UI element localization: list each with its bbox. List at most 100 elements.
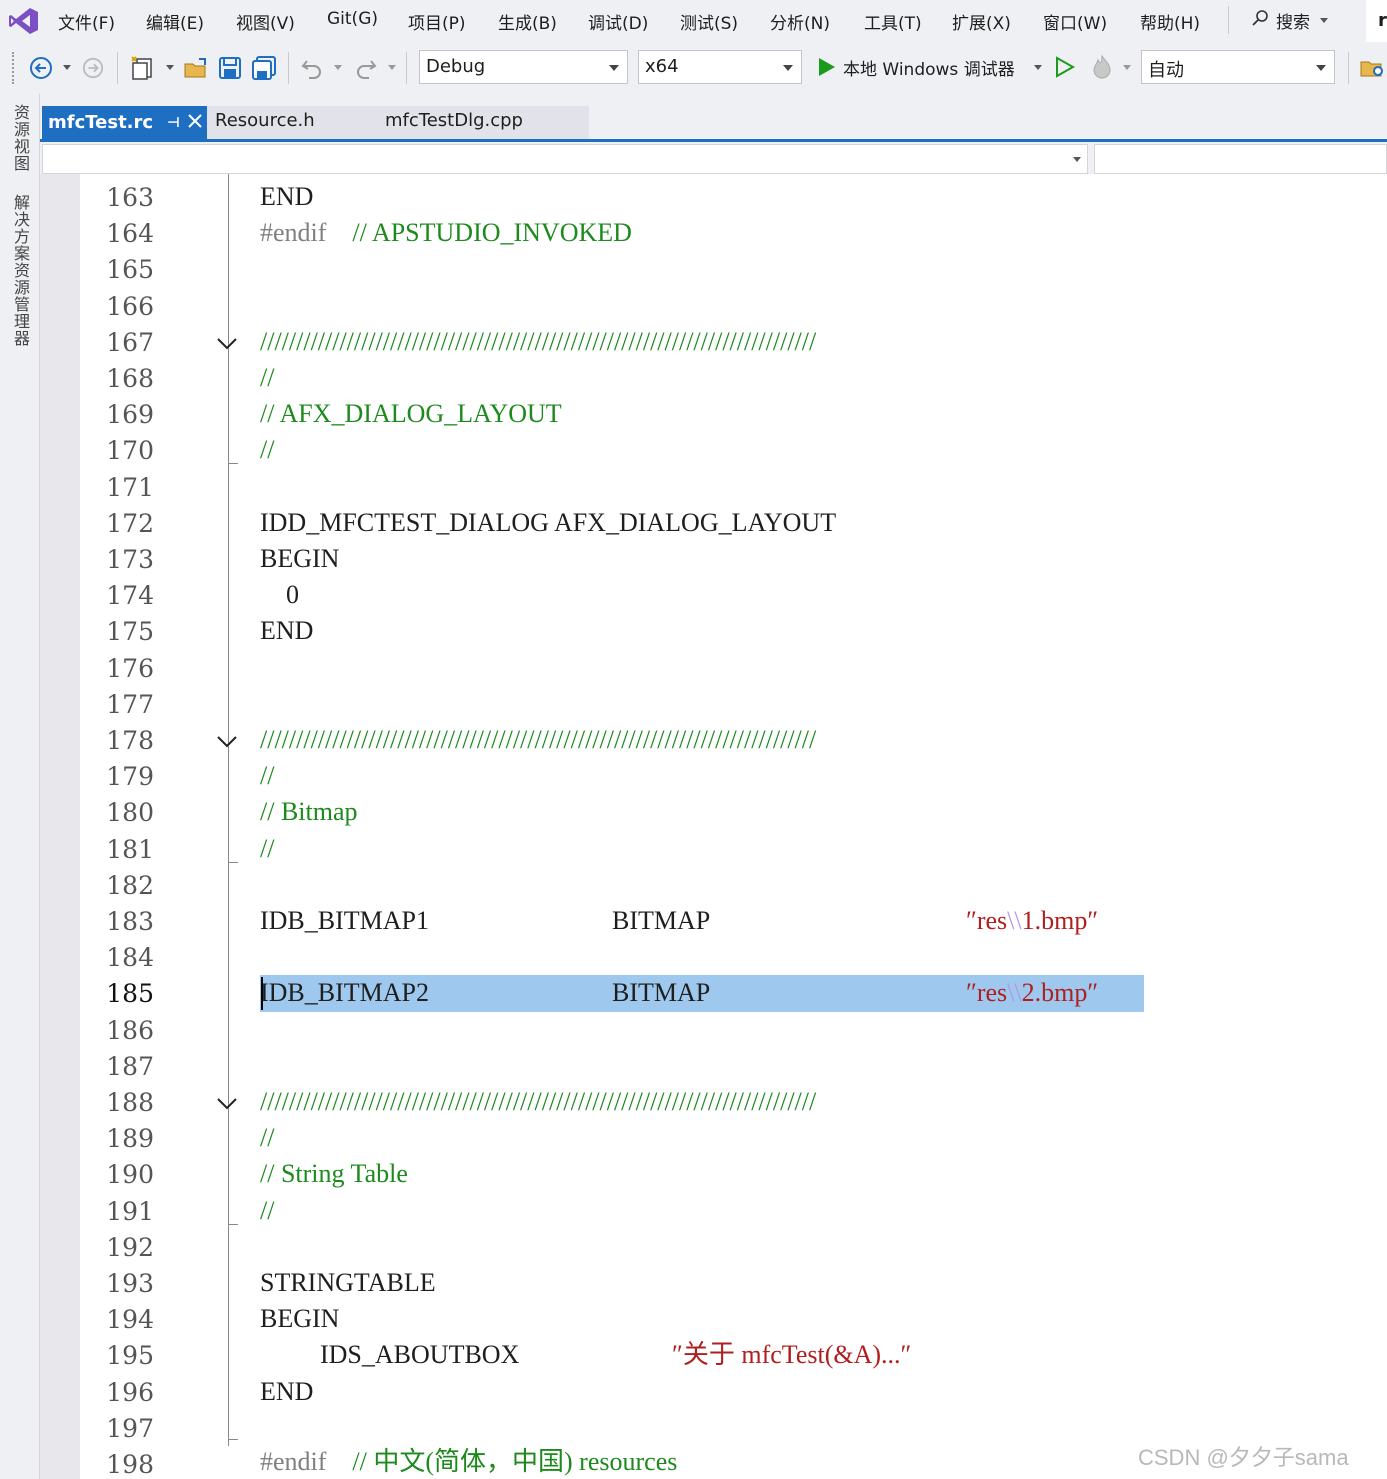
collapse-chevron-icon[interactable] bbox=[216, 734, 238, 750]
chevron-down-icon[interactable] bbox=[1073, 157, 1081, 162]
escape-sequence: \\ bbox=[1007, 978, 1022, 1007]
save-all-icon[interactable] bbox=[250, 54, 278, 82]
code-line[interactable]: ////////////////////////////////////////… bbox=[260, 1087, 816, 1117]
line-number: 185 bbox=[106, 979, 154, 1008]
menu-item[interactable]: 帮助(H) bbox=[1140, 9, 1200, 34]
line-number: 166 bbox=[106, 292, 154, 321]
menu-item[interactable]: 窗口(W) bbox=[1043, 9, 1107, 34]
comment: ////////////////////////////////////////… bbox=[260, 725, 817, 754]
resource-type: BITMAP bbox=[612, 978, 711, 1007]
code-editor[interactable] bbox=[40, 174, 1387, 1479]
tab-resource-h[interactable]: Resource.h bbox=[215, 110, 315, 131]
redo-icon[interactable] bbox=[352, 54, 380, 82]
chevron-down-icon[interactable] bbox=[609, 65, 619, 71]
code-token: END bbox=[260, 1377, 314, 1406]
code-line[interactable]: #endif // 中文(简体，中国) resources bbox=[260, 1447, 677, 1477]
pin-icon[interactable]: ⊣ bbox=[167, 115, 180, 131]
menu-item[interactable]: 扩展(X) bbox=[952, 9, 1011, 34]
code-line[interactable]: // AFX_DIALOG_LAYOUT bbox=[260, 399, 562, 429]
menu-item[interactable]: Git(G) bbox=[327, 9, 378, 29]
code-line[interactable]: IDB_BITMAP2 BITMAP ″res\\2.bmp″ bbox=[260, 978, 1098, 1008]
code-line[interactable]: IDS_ABOUTBOX ″关于 mfcTest(&A)...″ bbox=[320, 1340, 911, 1370]
menu-item[interactable]: 测试(S) bbox=[680, 9, 738, 34]
code-line[interactable]: // bbox=[260, 1123, 274, 1153]
toolbar-grip[interactable] bbox=[12, 52, 16, 84]
line-number: 186 bbox=[106, 1016, 154, 1045]
code-line[interactable]: STRINGTABLE bbox=[260, 1268, 436, 1298]
chevron-down-icon[interactable] bbox=[1123, 65, 1131, 70]
line-number: 167 bbox=[106, 328, 154, 357]
code-line[interactable]: // String Table bbox=[260, 1159, 408, 1189]
line-number: 180 bbox=[106, 798, 154, 827]
code-line[interactable]: END bbox=[260, 1377, 313, 1407]
start-without-debugging-icon[interactable] bbox=[1055, 56, 1076, 82]
solution-explorer-tab[interactable]: 解决方案资源管理器 bbox=[6, 194, 32, 360]
code-line[interactable]: END bbox=[260, 182, 313, 212]
chevron-down-icon[interactable] bbox=[63, 65, 71, 70]
code-line[interactable]: BEGIN bbox=[260, 544, 339, 574]
tab-mfctest-rc[interactable]: mfcTest.rc ⊣ bbox=[42, 106, 207, 139]
menu-item[interactable]: 生成(B) bbox=[498, 9, 557, 34]
line-number: 173 bbox=[106, 545, 154, 574]
code-line[interactable]: // Bitmap bbox=[260, 797, 358, 827]
navigate-back-icon[interactable] bbox=[27, 54, 55, 82]
outline-end-tick bbox=[228, 1224, 238, 1225]
code-line[interactable]: #endif // APSTUDIO_INVOKED bbox=[260, 218, 632, 248]
code-line[interactable]: IDB_BITMAP1 BITMAP ″res\\1.bmp″ bbox=[260, 906, 1098, 936]
line-number: 171 bbox=[106, 473, 154, 502]
find-in-files-icon[interactable] bbox=[1358, 54, 1386, 82]
code-line[interactable]: // bbox=[260, 363, 274, 393]
menu-item[interactable]: 分析(N) bbox=[770, 9, 830, 34]
navigate-forward-icon[interactable] bbox=[79, 54, 107, 82]
code-line[interactable]: ////////////////////////////////////////… bbox=[260, 725, 816, 755]
toolbar-separator bbox=[1348, 52, 1349, 84]
platform-select[interactable]: x64 bbox=[638, 50, 802, 84]
start-debugging-button[interactable]: 本地 Windows 调试器 bbox=[843, 55, 1015, 80]
configuration-select[interactable]: Debug bbox=[419, 50, 628, 84]
code-line[interactable]: 0 bbox=[260, 580, 299, 610]
chevron-down-icon[interactable] bbox=[1316, 65, 1326, 71]
code-line[interactable]: // bbox=[260, 1196, 274, 1226]
start-debugging-play-icon[interactable] bbox=[818, 57, 836, 81]
code-line[interactable]: // bbox=[260, 761, 274, 791]
menu-item[interactable]: 工具(T) bbox=[864, 9, 922, 34]
menu-item[interactable]: 视图(V) bbox=[236, 9, 295, 34]
preprocessor-directive: #endif bbox=[260, 1447, 327, 1476]
comment: // String Table bbox=[260, 1159, 408, 1188]
menu-item[interactable]: 项目(P) bbox=[408, 9, 466, 34]
line-number: 168 bbox=[106, 364, 154, 393]
tab-mfctestdlg-cpp[interactable]: mfcTestDlg.cpp bbox=[385, 110, 523, 131]
collapse-chevron-icon[interactable] bbox=[216, 336, 238, 352]
member-dropdown[interactable] bbox=[1094, 144, 1387, 174]
new-project-icon[interactable] bbox=[128, 54, 156, 82]
chevron-down-icon[interactable] bbox=[783, 65, 793, 71]
chevron-down-icon[interactable] bbox=[334, 65, 342, 70]
menu-item[interactable]: 文件(F) bbox=[58, 9, 115, 34]
indicator-margin bbox=[40, 174, 80, 1479]
hot-reload-icon[interactable] bbox=[1090, 54, 1114, 84]
string-id: IDS_ABOUTBOX bbox=[320, 1340, 520, 1369]
code-line[interactable]: IDD_MFCTEST_DIALOG AFX_DIALOG_LAYOUT bbox=[260, 508, 836, 538]
resource-view-tab[interactable]: 资源视图 bbox=[6, 104, 32, 184]
chevron-down-icon[interactable] bbox=[166, 65, 174, 70]
undo-icon[interactable] bbox=[298, 54, 326, 82]
code-line[interactable]: BEGIN bbox=[260, 1304, 339, 1334]
chevron-down-icon[interactable] bbox=[388, 65, 396, 70]
open-folder-icon[interactable] bbox=[182, 54, 210, 82]
code-line[interactable]: // bbox=[260, 435, 274, 465]
quote-mark: ″ bbox=[900, 1340, 912, 1369]
chevron-down-icon[interactable] bbox=[1034, 65, 1042, 70]
menu-item[interactable]: 编辑(E) bbox=[146, 9, 204, 34]
code-line[interactable]: ////////////////////////////////////////… bbox=[260, 327, 816, 357]
visual-studio-logo-icon[interactable] bbox=[8, 6, 40, 36]
mode-select[interactable]: 自动 bbox=[1141, 50, 1335, 84]
collapse-chevron-icon[interactable] bbox=[216, 1096, 238, 1112]
line-number: 194 bbox=[106, 1305, 154, 1334]
code-line[interactable]: END bbox=[260, 616, 313, 646]
search-box[interactable]: 搜索 bbox=[1252, 6, 1328, 34]
code-line[interactable]: // bbox=[260, 834, 274, 864]
scope-dropdown[interactable] bbox=[42, 144, 1088, 174]
close-icon[interactable] bbox=[188, 112, 202, 133]
save-icon[interactable] bbox=[216, 54, 244, 82]
menu-item[interactable]: 调试(D) bbox=[588, 9, 648, 34]
